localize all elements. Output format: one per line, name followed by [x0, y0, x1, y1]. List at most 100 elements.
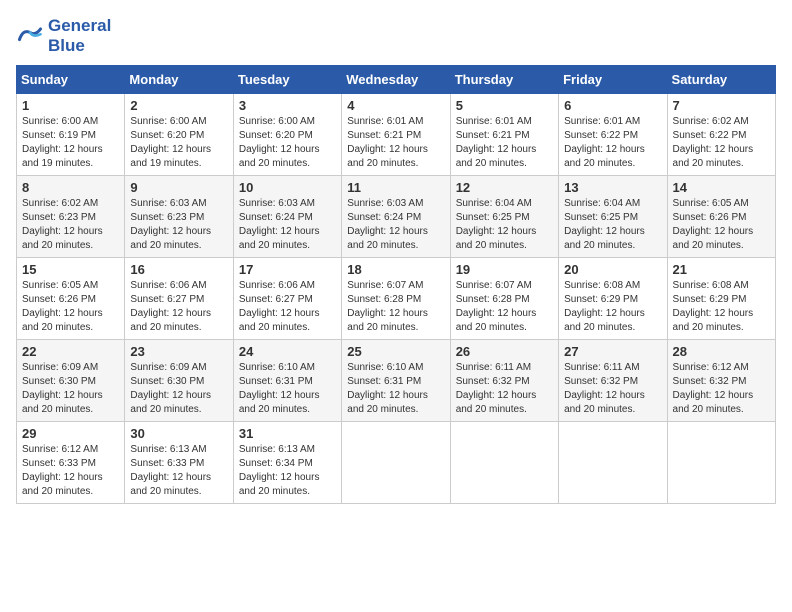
day-number: 5: [456, 98, 553, 113]
day-number: 13: [564, 180, 661, 195]
calendar-cell: 22 Sunrise: 6:09 AM Sunset: 6:30 PM Dayli…: [17, 340, 125, 422]
day-info: Sunrise: 6:13 AM Sunset: 6:34 PM Dayligh…: [239, 443, 336, 499]
calendar-cell: 31Sunrise: 6:13 AM Sunset: 6:34 PM Dayli…: [233, 422, 341, 504]
day-number: 28: [673, 344, 770, 359]
day-info: Sunrise: 6:03 AM Sunset: 6:23 PM Dayligh…: [130, 197, 227, 253]
day-info: Sunrise: 6:04 AM Sunset: 6:25 PM Dayligh…: [564, 197, 661, 253]
calendar-week-row: 29 Sunrise: 6:12 AM Sunset: 6:33 PM Dayli…: [17, 422, 776, 504]
day-info: Sunrise: 6:11 AM Sunset: 6:32 PM Dayligh…: [456, 361, 553, 417]
day-info: Sunrise: 6:00 AM Sunset: 6:20 PM Dayligh…: [239, 115, 336, 171]
day-number: 18: [347, 262, 444, 277]
weekday-header-tuesday: Tuesday: [233, 66, 341, 94]
weekday-header-saturday: Saturday: [667, 66, 775, 94]
calendar-table: SundayMondayTuesdayWednesdayThursdayFrid…: [16, 65, 776, 504]
calendar-cell: 8 Sunrise: 6:02 AM Sunset: 6:23 PM Daylig…: [17, 176, 125, 258]
logo-text: General Blue: [48, 16, 111, 55]
day-info: Sunrise: 6:12 AM Sunset: 6:33 PM Dayligh…: [22, 443, 119, 499]
day-number: 21: [673, 262, 770, 277]
day-number: 4: [347, 98, 444, 113]
day-number: 26: [456, 344, 553, 359]
day-info: Sunrise: 6:03 AM Sunset: 6:24 PM Dayligh…: [347, 197, 444, 253]
day-number: 24: [239, 344, 336, 359]
day-number: 12: [456, 180, 553, 195]
day-info: Sunrise: 6:00 AM Sunset: 6:19 PM Dayligh…: [22, 115, 119, 171]
calendar-cell: [450, 422, 558, 504]
calendar-cell: 3 Sunrise: 6:00 AM Sunset: 6:20 PM Daylig…: [233, 94, 341, 176]
day-number: 2: [130, 98, 227, 113]
day-info: Sunrise: 6:07 AM Sunset: 6:28 PM Dayligh…: [347, 279, 444, 335]
day-number: 7: [673, 98, 770, 113]
calendar-cell: 26 Sunrise: 6:11 AM Sunset: 6:32 PM Dayli…: [450, 340, 558, 422]
logo-icon: [16, 22, 44, 50]
day-number: 17: [239, 262, 336, 277]
day-number: 15: [22, 262, 119, 277]
day-number: 1: [22, 98, 119, 113]
day-info: Sunrise: 6:04 AM Sunset: 6:25 PM Dayligh…: [456, 197, 553, 253]
day-info: Sunrise: 6:02 AM Sunset: 6:22 PM Dayligh…: [673, 115, 770, 171]
day-number: 11: [347, 180, 444, 195]
day-number: 20: [564, 262, 661, 277]
weekday-header-monday: Monday: [125, 66, 233, 94]
weekday-header-sunday: Sunday: [17, 66, 125, 94]
day-info: Sunrise: 6:09 AM Sunset: 6:30 PM Dayligh…: [22, 361, 119, 417]
calendar-cell: 25 Sunrise: 6:10 AM Sunset: 6:31 PM Dayli…: [342, 340, 450, 422]
calendar-cell: 2Sunrise: 6:00 AM Sunset: 6:20 PM Daylig…: [125, 94, 233, 176]
calendar-week-row: 15 Sunrise: 6:05 AM Sunset: 6:26 PM Dayli…: [17, 258, 776, 340]
day-number: 25: [347, 344, 444, 359]
calendar-cell: 1 Sunrise: 6:00 AM Sunset: 6:19 PM Daylig…: [17, 94, 125, 176]
calendar-cell: 9Sunrise: 6:03 AM Sunset: 6:23 PM Daylig…: [125, 176, 233, 258]
day-info: Sunrise: 6:10 AM Sunset: 6:31 PM Dayligh…: [347, 361, 444, 417]
day-number: 8: [22, 180, 119, 195]
calendar-cell: 21 Sunrise: 6:08 AM Sunset: 6:29 PM Dayli…: [667, 258, 775, 340]
calendar-cell: 13 Sunrise: 6:04 AM Sunset: 6:25 PM Dayli…: [559, 176, 667, 258]
calendar-cell: [667, 422, 775, 504]
calendar-cell: 18 Sunrise: 6:07 AM Sunset: 6:28 PM Dayli…: [342, 258, 450, 340]
day-info: Sunrise: 6:06 AM Sunset: 6:27 PM Dayligh…: [239, 279, 336, 335]
calendar-cell: 11 Sunrise: 6:03 AM Sunset: 6:24 PM Dayli…: [342, 176, 450, 258]
calendar-cell: 7 Sunrise: 6:02 AM Sunset: 6:22 PM Daylig…: [667, 94, 775, 176]
day-info: Sunrise: 6:01 AM Sunset: 6:22 PM Dayligh…: [564, 115, 661, 171]
calendar-week-row: 22 Sunrise: 6:09 AM Sunset: 6:30 PM Dayli…: [17, 340, 776, 422]
day-info: Sunrise: 6:03 AM Sunset: 6:24 PM Dayligh…: [239, 197, 336, 253]
day-number: 14: [673, 180, 770, 195]
day-number: 19: [456, 262, 553, 277]
calendar-cell: 10Sunrise: 6:03 AM Sunset: 6:24 PM Dayli…: [233, 176, 341, 258]
calendar-cell: 17 Sunrise: 6:06 AM Sunset: 6:27 PM Dayli…: [233, 258, 341, 340]
calendar-cell: 29 Sunrise: 6:12 AM Sunset: 6:33 PM Dayli…: [17, 422, 125, 504]
day-info: Sunrise: 6:08 AM Sunset: 6:29 PM Dayligh…: [564, 279, 661, 335]
weekday-header-friday: Friday: [559, 66, 667, 94]
calendar-cell: 30Sunrise: 6:13 AM Sunset: 6:33 PM Dayli…: [125, 422, 233, 504]
calendar-cell: 20 Sunrise: 6:08 AM Sunset: 6:29 PM Dayli…: [559, 258, 667, 340]
calendar-cell: 5 Sunrise: 6:01 AM Sunset: 6:21 PM Daylig…: [450, 94, 558, 176]
calendar-cell: [342, 422, 450, 504]
day-info: Sunrise: 6:11 AM Sunset: 6:32 PM Dayligh…: [564, 361, 661, 417]
day-info: Sunrise: 6:02 AM Sunset: 6:23 PM Dayligh…: [22, 197, 119, 253]
day-info: Sunrise: 6:10 AM Sunset: 6:31 PM Dayligh…: [239, 361, 336, 417]
calendar-week-row: 1 Sunrise: 6:00 AM Sunset: 6:19 PM Daylig…: [17, 94, 776, 176]
day-info: Sunrise: 6:06 AM Sunset: 6:27 PM Dayligh…: [130, 279, 227, 335]
day-info: Sunrise: 6:01 AM Sunset: 6:21 PM Dayligh…: [347, 115, 444, 171]
day-info: Sunrise: 6:08 AM Sunset: 6:29 PM Dayligh…: [673, 279, 770, 335]
calendar-cell: [559, 422, 667, 504]
calendar-week-row: 8 Sunrise: 6:02 AM Sunset: 6:23 PM Daylig…: [17, 176, 776, 258]
page-header: General Blue: [16, 16, 776, 55]
calendar-cell: 27 Sunrise: 6:11 AM Sunset: 6:32 PM Dayli…: [559, 340, 667, 422]
day-info: Sunrise: 6:01 AM Sunset: 6:21 PM Dayligh…: [456, 115, 553, 171]
day-number: 27: [564, 344, 661, 359]
calendar-cell: 6Sunrise: 6:01 AM Sunset: 6:22 PM Daylig…: [559, 94, 667, 176]
day-info: Sunrise: 6:12 AM Sunset: 6:32 PM Dayligh…: [673, 361, 770, 417]
calendar-cell: 12 Sunrise: 6:04 AM Sunset: 6:25 PM Dayli…: [450, 176, 558, 258]
weekday-header-thursday: Thursday: [450, 66, 558, 94]
day-info: Sunrise: 6:07 AM Sunset: 6:28 PM Dayligh…: [456, 279, 553, 335]
weekday-header-row: SundayMondayTuesdayWednesdayThursdayFrid…: [17, 66, 776, 94]
calendar-cell: 19 Sunrise: 6:07 AM Sunset: 6:28 PM Dayli…: [450, 258, 558, 340]
day-info: Sunrise: 6:05 AM Sunset: 6:26 PM Dayligh…: [22, 279, 119, 335]
calendar-cell: 23Sunrise: 6:09 AM Sunset: 6:30 PM Dayli…: [125, 340, 233, 422]
logo: General Blue: [16, 16, 111, 55]
calendar-cell: 24 Sunrise: 6:10 AM Sunset: 6:31 PM Dayli…: [233, 340, 341, 422]
day-number: 30: [130, 426, 227, 441]
calendar-cell: 28 Sunrise: 6:12 AM Sunset: 6:32 PM Dayli…: [667, 340, 775, 422]
day-number: 22: [22, 344, 119, 359]
day-number: 29: [22, 426, 119, 441]
day-number: 3: [239, 98, 336, 113]
